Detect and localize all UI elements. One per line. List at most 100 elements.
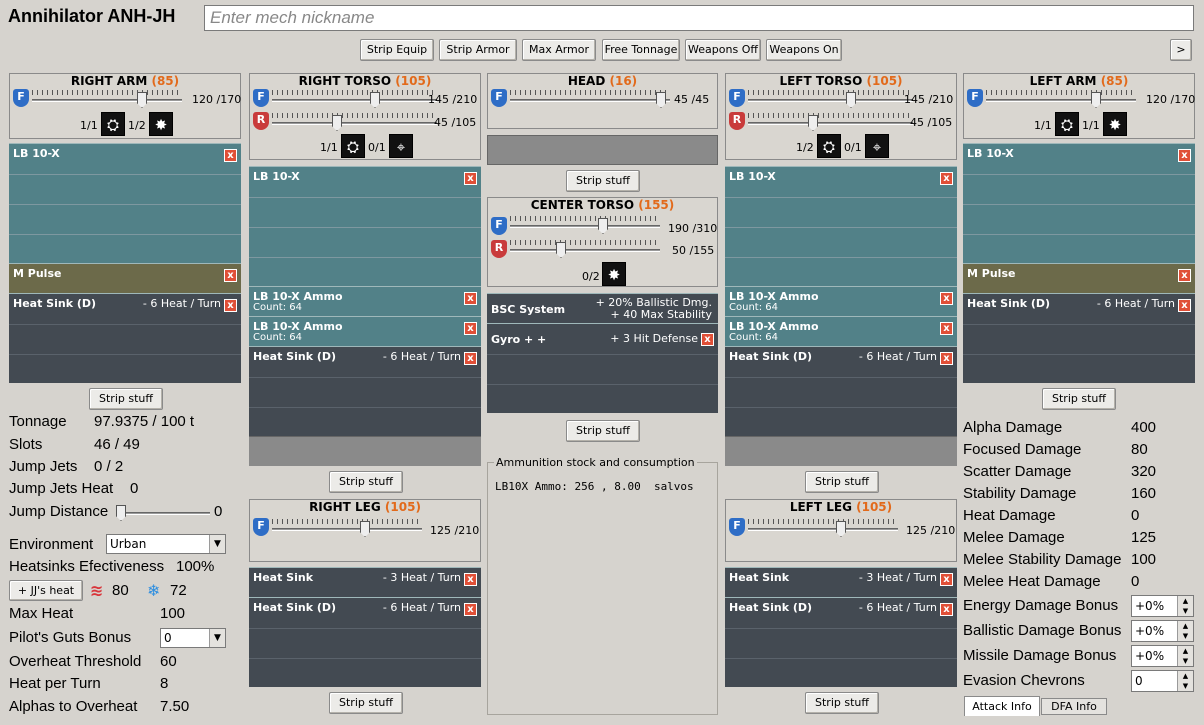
remove-icon[interactable]: x bbox=[224, 299, 237, 312]
energy-bonus-stepper[interactable]: +0% ▲ ▼ bbox=[1131, 595, 1194, 617]
center-torso-rear-slider[interactable] bbox=[510, 240, 660, 260]
center-torso-front-slider[interactable] bbox=[510, 216, 660, 236]
down-arrow-icon[interactable]: ▼ bbox=[1177, 681, 1193, 691]
target-icon[interactable]: ⌖ bbox=[865, 134, 889, 158]
remove-icon[interactable]: x bbox=[464, 352, 477, 365]
weapon-crit-icon[interactable]: ⛭ bbox=[341, 134, 365, 158]
slot-item[interactable]: LB 10-X Ammo Count: 64 x bbox=[725, 316, 957, 346]
nickname-input[interactable]: Enter mech nickname bbox=[204, 5, 1194, 31]
remove-icon[interactable]: x bbox=[464, 322, 477, 335]
weapons-off-button[interactable]: Weapons Off bbox=[685, 39, 761, 61]
right-arm-front-slider[interactable] bbox=[32, 90, 182, 110]
slot-item[interactable]: M Pulse x bbox=[9, 263, 241, 293]
slot-item[interactable]: Heat Sink (D) - 6 Heat / Turn x bbox=[249, 346, 481, 436]
slot-item[interactable]: LB 10-X Ammo Count: 64 x bbox=[725, 286, 957, 316]
weapon-crit-icon[interactable]: ⛭ bbox=[101, 112, 125, 136]
tab-dfa-info[interactable]: DFA Info bbox=[1041, 698, 1107, 715]
left-torso-rear-slider[interactable] bbox=[748, 113, 913, 133]
jump-distance-slider[interactable] bbox=[116, 503, 210, 523]
remove-icon[interactable]: x bbox=[940, 322, 953, 335]
slot-item[interactable]: LB 10-X x bbox=[963, 143, 1195, 263]
right-arm-strip-button[interactable]: Strip stuff bbox=[89, 388, 163, 410]
empty-slot[interactable] bbox=[725, 436, 957, 466]
max-armor-button[interactable]: Max Armor bbox=[522, 39, 596, 61]
explosion-icon[interactable]: ✸ bbox=[1103, 112, 1127, 136]
slot-item[interactable]: LB 10-X x bbox=[249, 166, 481, 286]
remove-icon[interactable]: x bbox=[701, 333, 714, 346]
empty-slot[interactable] bbox=[249, 436, 481, 466]
left-arm-front-slider[interactable] bbox=[986, 90, 1136, 110]
remove-icon[interactable]: x bbox=[1178, 299, 1191, 312]
empty-slot[interactable] bbox=[487, 135, 718, 165]
remove-icon[interactable]: x bbox=[1178, 149, 1191, 162]
slot-item[interactable]: LB 10-X x bbox=[9, 143, 241, 263]
slot-item[interactable]: Heat Sink (D) - 6 Heat / Turn x bbox=[725, 346, 957, 436]
head-strip-button[interactable]: Strip stuff bbox=[566, 170, 640, 192]
slot-item[interactable]: Heat Sink (D) - 6 Heat / Turn x bbox=[9, 293, 241, 383]
ballistic-bonus-stepper[interactable]: +0% ▲ ▼ bbox=[1131, 620, 1194, 642]
environment-select[interactable]: Urban ▼ bbox=[106, 534, 226, 554]
down-arrow-icon[interactable]: ▼ bbox=[1177, 606, 1193, 616]
remove-icon[interactable]: x bbox=[940, 172, 953, 185]
remove-icon[interactable]: x bbox=[940, 292, 953, 305]
weapon-crit-icon[interactable]: ⛭ bbox=[817, 134, 841, 158]
remove-icon[interactable]: x bbox=[1178, 269, 1191, 282]
remove-icon[interactable]: x bbox=[464, 292, 477, 305]
slot-item[interactable]: Heat Sink (D) - 6 Heat / Turn x bbox=[963, 293, 1195, 383]
right-leg-front-slider[interactable] bbox=[272, 519, 422, 539]
slot-item[interactable]: Heat Sink (D) - 6 Heat / Turn x bbox=[725, 597, 957, 687]
up-arrow-icon[interactable]: ▲ bbox=[1177, 621, 1193, 631]
slot-item[interactable]: Gyro + + + 3 Hit Defense x bbox=[487, 323, 718, 413]
missile-bonus-stepper[interactable]: +0% ▲ ▼ bbox=[1131, 645, 1194, 667]
slot-item[interactable]: LB 10-X Ammo Count: 64 x bbox=[249, 316, 481, 346]
remove-icon[interactable]: x bbox=[224, 269, 237, 282]
tab-attack-info[interactable]: Attack Info bbox=[964, 696, 1040, 716]
explosion-icon[interactable]: ✸ bbox=[602, 262, 626, 286]
slot-item[interactable]: BSC System + 20% Ballistic Dmg. + 40 Max… bbox=[487, 293, 718, 323]
target-icon[interactable]: ⌖ bbox=[389, 134, 413, 158]
evasion-stepper[interactable]: 0 ▲ ▼ bbox=[1131, 670, 1194, 692]
alphas-label: Alphas to Overheat bbox=[9, 698, 138, 715]
left-arm-strip-button[interactable]: Strip stuff bbox=[1042, 388, 1116, 410]
up-arrow-icon[interactable]: ▲ bbox=[1177, 596, 1193, 606]
remove-icon[interactable]: x bbox=[940, 352, 953, 365]
weapons-on-button[interactable]: Weapons On bbox=[766, 39, 842, 61]
remove-icon[interactable]: x bbox=[464, 172, 477, 185]
strip-equip-button[interactable]: Strip Equip bbox=[360, 39, 434, 61]
down-arrow-icon[interactable]: ▼ bbox=[1177, 656, 1193, 666]
remove-icon[interactable]: x bbox=[224, 149, 237, 162]
head-title: HEAD (16) bbox=[567, 74, 638, 88]
remove-icon[interactable]: x bbox=[464, 573, 477, 586]
expand-button[interactable]: > bbox=[1170, 39, 1192, 61]
strip-armor-button[interactable]: Strip Armor bbox=[439, 39, 517, 61]
right-torso-rear-slider[interactable] bbox=[272, 113, 437, 133]
up-arrow-icon[interactable]: ▲ bbox=[1177, 646, 1193, 656]
guts-select[interactable]: 0 ▼ bbox=[160, 628, 226, 648]
left-leg-front-slider[interactable] bbox=[748, 519, 898, 539]
left-leg-strip-button[interactable]: Strip stuff bbox=[805, 692, 879, 714]
head-front-slider[interactable] bbox=[510, 90, 670, 110]
left-torso-strip-button[interactable]: Strip stuff bbox=[805, 471, 879, 493]
jj-heat-button[interactable]: + JJ's heat bbox=[9, 580, 83, 601]
slot-item[interactable]: Heat Sink (D) - 6 Heat / Turn x bbox=[249, 597, 481, 687]
center-torso-strip-button[interactable]: Strip stuff bbox=[566, 420, 640, 442]
remove-icon[interactable]: x bbox=[464, 603, 477, 616]
slot-item[interactable]: LB 10-X x bbox=[725, 166, 957, 286]
slot-item[interactable]: Heat Sink - 3 Heat / Turn x bbox=[725, 567, 957, 597]
right-torso-front-slider[interactable] bbox=[272, 90, 437, 110]
right-torso-strip-button[interactable]: Strip stuff bbox=[329, 471, 403, 493]
slot-item[interactable]: Heat Sink - 3 Heat / Turn x bbox=[249, 567, 481, 597]
center-torso-slots: BSC System + 20% Ballistic Dmg. + 40 Max… bbox=[487, 293, 718, 413]
remove-icon[interactable]: x bbox=[940, 603, 953, 616]
explosion-icon[interactable]: ✸ bbox=[149, 112, 173, 136]
down-arrow-icon[interactable]: ▼ bbox=[1177, 631, 1193, 641]
remove-icon[interactable]: x bbox=[940, 573, 953, 586]
slot-item[interactable]: M Pulse x bbox=[963, 263, 1195, 293]
weapon-crit-icon[interactable]: ⛭ bbox=[1055, 112, 1079, 136]
left-torso-front-slider[interactable] bbox=[748, 90, 913, 110]
right-leg-strip-button[interactable]: Strip stuff bbox=[329, 692, 403, 714]
free-tonnage-button[interactable]: Free Tonnage bbox=[602, 39, 680, 61]
slot-item[interactable]: LB 10-X Ammo Count: 64 x bbox=[249, 286, 481, 316]
up-arrow-icon[interactable]: ▲ bbox=[1177, 671, 1193, 681]
left-arm-crit-1: 1/1 bbox=[1034, 119, 1052, 132]
